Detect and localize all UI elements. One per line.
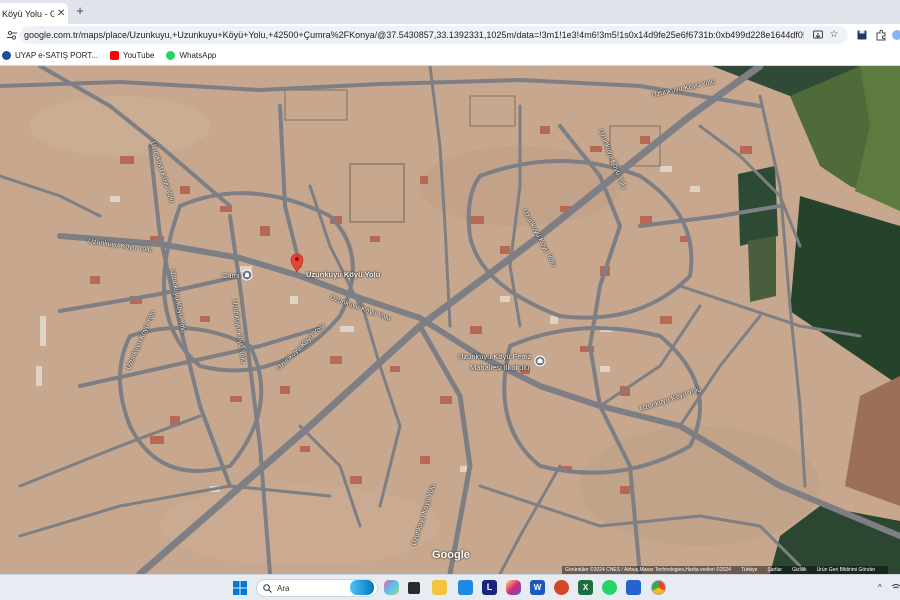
- task-view-icon[interactable]: [408, 582, 420, 594]
- powerpoint-icon[interactable]: [554, 580, 569, 595]
- youtube-icon: [110, 51, 119, 60]
- windows-start-icon[interactable]: [233, 581, 247, 595]
- google-logo: Google: [432, 549, 470, 561]
- satellite-map[interactable]: Uzunkuyu Köyü Yolu Uzunkuyu Köyü Yolu Uz…: [0, 66, 900, 574]
- save-to-drive-icon[interactable]: [856, 29, 868, 41]
- bookmark-label: UYAP e-SATIŞ PORT...: [15, 51, 98, 60]
- tab-google-maps[interactable]: Köyü Yolu - Google Haritalar ✕: [0, 3, 68, 24]
- extensions-icon[interactable]: [875, 29, 887, 41]
- tab-strip: Köyü Yolu - Google Haritalar ✕ +: [0, 0, 900, 24]
- file-explorer-icon[interactable]: [432, 580, 447, 595]
- terms-link[interactable]: Şartlar: [767, 567, 782, 573]
- whatsapp-taskbar-icon[interactable]: [602, 580, 617, 595]
- map-attribution: Görüntüler ©2024 CNES / Airbus,Maxar Tec…: [562, 566, 889, 574]
- widgets-icon[interactable]: [350, 580, 374, 595]
- word-icon[interactable]: W: [530, 580, 545, 595]
- imagery-credit: Görüntüler ©2024 CNES / Airbus,Maxar Tec…: [565, 567, 731, 573]
- mosque-label[interactable]: Cami: [222, 271, 240, 280]
- instagram-icon[interactable]: [506, 580, 521, 595]
- chrome-icon[interactable]: [651, 580, 666, 595]
- profile-icon[interactable]: [891, 29, 900, 41]
- tray-chevron-icon[interactable]: ^: [878, 583, 882, 592]
- todo-icon[interactable]: [626, 580, 641, 595]
- bookmark-star-icon[interactable]: ☆: [828, 29, 840, 41]
- school-label-line2[interactable]: Mahallesi İlkokulu: [470, 363, 529, 372]
- region-link[interactable]: Türkiye: [741, 567, 757, 573]
- farm-field: [748, 236, 776, 302]
- browser-toolbar: google.com.tr/maps/place/Uzunkuyu,+Uzunk…: [0, 24, 900, 46]
- search-icon: [263, 583, 272, 593]
- windows-taskbar: Ara L W X ^: [0, 574, 900, 600]
- school-poi-icon[interactable]: [534, 355, 546, 367]
- search-placeholder: Ara: [277, 583, 290, 593]
- l-app-icon[interactable]: L: [482, 580, 497, 595]
- new-tab-button[interactable]: +: [73, 4, 87, 18]
- school-label-line1[interactable]: Uzunkuyu Köyü Fertiz: [458, 352, 531, 361]
- bookmark-label: YouTube: [123, 51, 155, 60]
- bookmark-label: WhatsApp: [179, 51, 217, 60]
- privacy-link[interactable]: Gizlilik: [792, 567, 806, 573]
- wifi-icon[interactable]: [892, 583, 900, 591]
- address-url[interactable]: google.com.tr/maps/place/Uzunkuyu,+Uzunk…: [24, 30, 804, 40]
- bookmarks-bar: UYAP e-SATIŞ PORT... YouTube WhatsApp: [0, 46, 900, 66]
- tab-close-icon[interactable]: ✕: [57, 8, 65, 19]
- tab-title: Köyü Yolu - Google Haritalar: [2, 8, 54, 19]
- whatsapp-icon: [166, 51, 176, 60]
- bookmark-youtube[interactable]: YouTube: [110, 51, 154, 60]
- map-imagery: [0, 66, 900, 574]
- pin-label[interactable]: Uzunkuyu Köyü Yolu: [306, 270, 380, 279]
- feedback-link[interactable]: Ürün Geri Bildirimi Gönder: [817, 567, 876, 573]
- bookmark-whatsapp[interactable]: WhatsApp: [166, 51, 216, 60]
- store-icon[interactable]: [458, 580, 473, 595]
- address-bar[interactable]: google.com.tr/maps/place/Uzunkuyu,+Uzunk…: [20, 26, 848, 44]
- install-app-icon[interactable]: [812, 29, 824, 41]
- excel-icon[interactable]: X: [578, 580, 593, 595]
- copilot-icon[interactable]: [384, 580, 399, 595]
- mosque-poi-icon[interactable]: [241, 269, 253, 281]
- uyap-icon: [2, 51, 11, 60]
- bookmark-uyap[interactable]: UYAP e-SATIŞ PORT...: [2, 51, 98, 60]
- site-info-icon[interactable]: [6, 29, 18, 41]
